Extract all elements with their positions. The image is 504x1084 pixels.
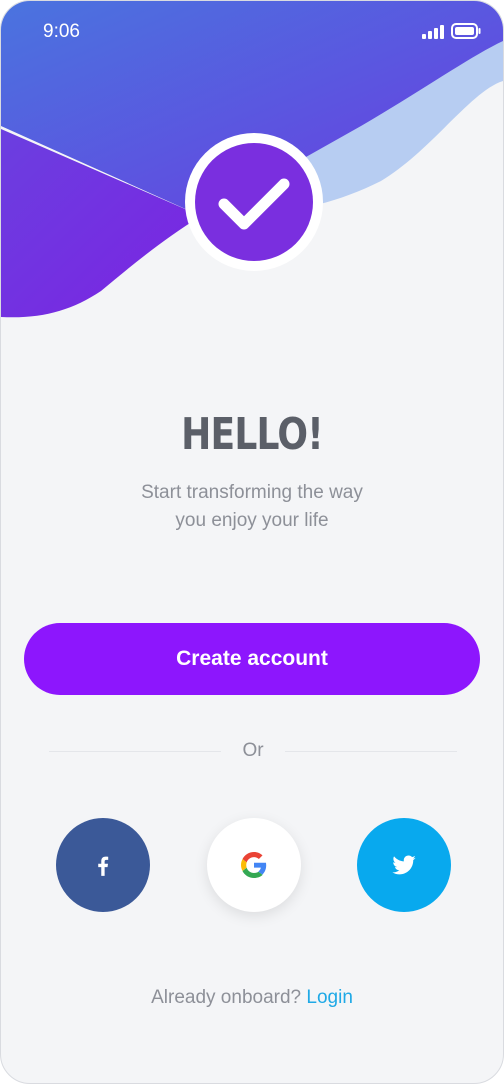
facebook-login-button[interactable] — [56, 818, 150, 912]
google-icon — [241, 852, 267, 878]
subtitle-line-1: Start transforming the way — [141, 482, 363, 503]
facebook-icon — [98, 856, 109, 876]
phone-screen: 9:06 HELLO! Start transforming the way y… — [0, 0, 504, 1084]
create-account-button[interactable]: Create account — [24, 623, 480, 695]
divider-line-left — [49, 751, 221, 752]
status-bar: 9:06 — [1, 1, 503, 65]
cellular-signal-icon — [422, 25, 444, 39]
google-login-button[interactable] — [207, 818, 301, 912]
footer-prompt-text: Already onboard? — [151, 987, 302, 1008]
checkmark-badge — [185, 133, 323, 271]
twitter-login-button[interactable] — [357, 818, 451, 912]
status-time: 9:06 — [43, 21, 80, 42]
twitter-icon — [392, 855, 416, 875]
page-subtitle: Start transforming the way you enjoy you… — [102, 479, 402, 535]
divider-text: Or — [242, 740, 264, 761]
battery-icon — [451, 23, 481, 39]
page-title: HELLO! — [181, 409, 324, 460]
subtitle-line-2: you enjoy your life — [175, 510, 329, 531]
divider-line-right — [285, 751, 457, 752]
login-link[interactable]: Login — [306, 987, 353, 1008]
footer-login-prompt: Already onboard? Login — [1, 987, 503, 1009]
